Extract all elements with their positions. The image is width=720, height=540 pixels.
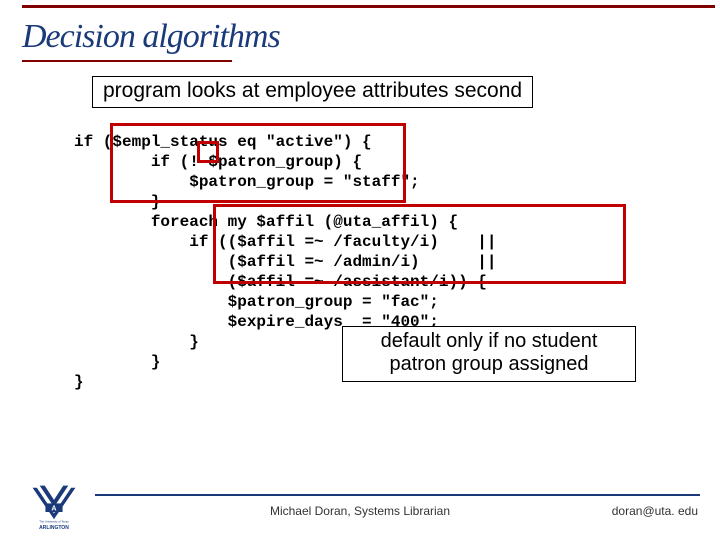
uta-logo: A The University of Texas ARLINGTON	[18, 482, 90, 532]
highlight-box-regex-block	[213, 204, 626, 284]
highlight-box-not-operator	[197, 141, 219, 163]
footer-divider	[95, 494, 700, 496]
logo-text-top: The University of Texas	[39, 520, 69, 524]
title-underline	[22, 60, 232, 62]
subtitle-box: program looks at employee attributes sec…	[92, 76, 533, 108]
highlight-box-if-block	[110, 123, 406, 203]
code-line: }	[74, 333, 199, 351]
code-line: }	[74, 373, 84, 391]
slide-title: Decision algorithms	[22, 18, 280, 56]
logo-text-bottom: ARLINGTON	[39, 525, 69, 531]
annotation-box: default only if no student patron group …	[342, 326, 636, 382]
top-border	[22, 5, 715, 8]
svg-text:A: A	[51, 505, 56, 513]
code-line: $patron_group = "fac";	[74, 293, 439, 311]
footer-email: doran@uta. edu	[612, 504, 698, 518]
uta-logo-svg: A The University of Texas ARLINGTON	[18, 482, 90, 532]
code-line: }	[74, 353, 160, 371]
